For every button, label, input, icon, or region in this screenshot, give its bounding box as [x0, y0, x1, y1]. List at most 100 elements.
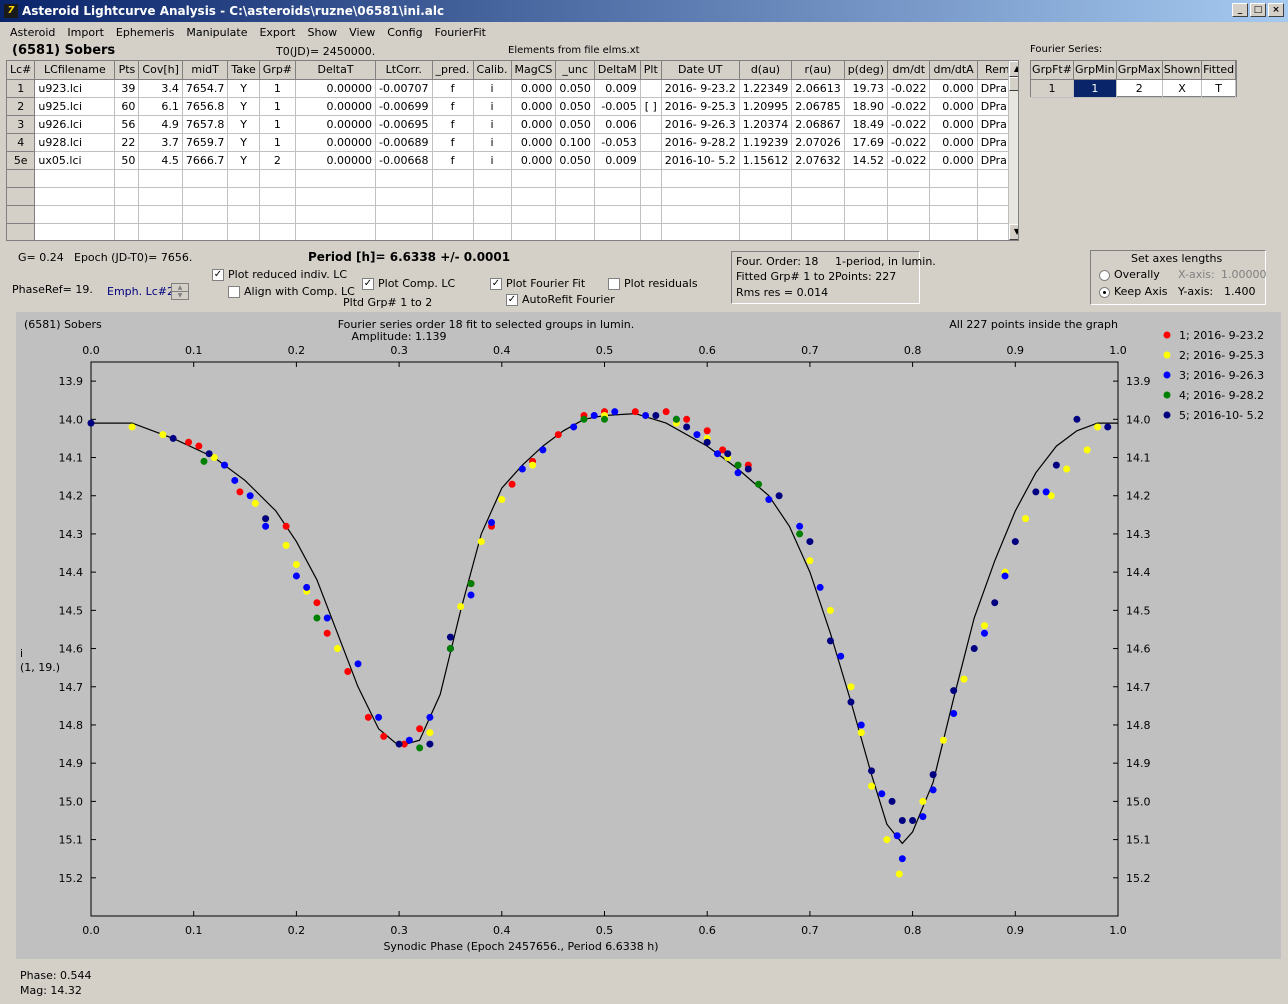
table-cell[interactable]: 0.009: [594, 79, 641, 98]
table-cell[interactable]: [555, 223, 595, 240]
minimize-button[interactable]: _: [1232, 3, 1248, 17]
table-cell[interactable]: 0.009: [594, 151, 641, 170]
table-cell[interactable]: [594, 223, 641, 240]
table-cell[interactable]: Y: [227, 151, 260, 170]
table-cell[interactable]: [640, 115, 662, 134]
table-cell[interactable]: 0.00000: [295, 79, 377, 98]
table-cell[interactable]: [138, 187, 183, 206]
table-row[interactable]: [7, 223, 1018, 240]
column-header[interactable]: dm/dt: [887, 61, 931, 80]
row-header[interactable]: [7, 169, 36, 188]
table-cell[interactable]: 0.050: [555, 97, 595, 116]
table-cell[interactable]: [227, 169, 260, 188]
table-cell[interactable]: [114, 223, 140, 240]
table-cell[interactable]: [375, 169, 433, 188]
menu-ephemeris[interactable]: Ephemeris: [110, 26, 180, 39]
table-cell[interactable]: 2.07632: [791, 151, 845, 170]
table-cell[interactable]: 1.19239: [739, 133, 793, 152]
table-cell[interactable]: [887, 187, 931, 206]
table-cell[interactable]: i: [473, 115, 512, 134]
table-cell[interactable]: [594, 205, 641, 224]
table-cell[interactable]: f: [432, 115, 474, 134]
maximize-button[interactable]: □: [1250, 3, 1266, 17]
table-cell[interactable]: 39: [114, 79, 140, 98]
table-cell[interactable]: [929, 169, 978, 188]
table-row[interactable]: 2 u925.lci 60 6.1 7656.8 Y 1 0.00000 -0.00699 f i 0…: [7, 97, 1018, 116]
table-cell[interactable]: 0.000: [511, 151, 557, 170]
table-cell[interactable]: 2016- 9-26.3: [661, 115, 740, 134]
table-cell[interactable]: [295, 223, 377, 240]
align-comp-checkbox[interactable]: Align with Comp. LC: [228, 285, 355, 298]
row-header[interactable]: 5e: [7, 151, 36, 170]
table-cell[interactable]: i: [473, 133, 512, 152]
menu-manipulate[interactable]: Manipulate: [180, 26, 253, 39]
table-cell[interactable]: [640, 223, 662, 240]
table-cell[interactable]: 0.00000: [295, 115, 377, 134]
table-cell[interactable]: u926.lci: [34, 115, 116, 134]
table-cell[interactable]: [739, 169, 793, 188]
table-cell[interactable]: u925.lci: [34, 97, 116, 116]
table-row[interactable]: 3 u926.lci 56 4.9 7657.8 Y 1 0.00000 -0.00695 f i 0…: [7, 115, 1018, 134]
table-cell[interactable]: i: [473, 151, 512, 170]
column-header[interactable]: Calib.: [473, 61, 512, 80]
table-cell[interactable]: [ ]: [640, 97, 662, 116]
row-header[interactable]: [7, 187, 36, 206]
table-cell[interactable]: 2.06613: [791, 79, 845, 98]
table-cell[interactable]: [138, 169, 183, 188]
table-cell[interactable]: [661, 187, 740, 206]
table-cell[interactable]: [114, 205, 140, 224]
table-cell[interactable]: -0.022: [887, 79, 931, 98]
table-cell[interactable]: 4.5: [138, 151, 183, 170]
table-cell[interactable]: 1: [259, 97, 297, 116]
table-cell[interactable]: 0.100: [555, 133, 595, 152]
table-cell[interactable]: ux05.lci: [34, 151, 116, 170]
table-cell[interactable]: [295, 205, 377, 224]
table-cell[interactable]: [138, 223, 183, 240]
table-cell[interactable]: f: [432, 133, 474, 152]
table-cell[interactable]: 56: [114, 115, 140, 134]
table-cell[interactable]: 14.52: [844, 151, 889, 170]
table-cell[interactable]: [375, 223, 433, 240]
table-cell[interactable]: [887, 223, 931, 240]
fourier-cell-selected[interactable]: 1: [1073, 79, 1117, 98]
table-cell[interactable]: Y: [227, 79, 260, 98]
overall-radio[interactable]: Overally: [1099, 268, 1160, 281]
table-cell[interactable]: 19.73: [844, 79, 889, 98]
table-cell[interactable]: 0.000: [929, 115, 978, 134]
column-header[interactable]: Pts: [114, 61, 140, 80]
scroll-up-arrow-icon[interactable]: ▲: [1009, 61, 1018, 77]
table-cell[interactable]: [929, 223, 978, 240]
table-cell[interactable]: 2: [259, 151, 297, 170]
table-cell[interactable]: -0.022: [887, 133, 931, 152]
menu-config[interactable]: Config: [381, 26, 428, 39]
table-cell[interactable]: [739, 187, 793, 206]
checkbox-icon[interactable]: ✓: [506, 294, 518, 306]
table-cell[interactable]: 1.20995: [739, 97, 793, 116]
keep-axis-radio[interactable]: Keep Axis: [1099, 285, 1168, 298]
table-cell[interactable]: [138, 205, 183, 224]
table-cell[interactable]: 0.000: [511, 115, 557, 134]
row-header[interactable]: 2: [7, 97, 36, 116]
checkbox-icon[interactable]: ✓: [212, 269, 224, 281]
table-cell[interactable]: [34, 187, 116, 206]
table-cell[interactable]: [473, 205, 512, 224]
table-cell[interactable]: 0.050: [555, 115, 595, 134]
table-row[interactable]: 4 u928.lci 22 3.7 7659.7 Y 1 0.00000 -0.00689 f i 0…: [7, 133, 1018, 152]
close-button[interactable]: ×: [1268, 3, 1284, 17]
menu-export[interactable]: Export: [253, 26, 301, 39]
table-scrollbar[interactable]: ▲ ▼: [1008, 61, 1018, 240]
table-cell[interactable]: [661, 169, 740, 188]
table-cell[interactable]: 2016- 9-25.3: [661, 97, 740, 116]
row-header[interactable]: 1: [7, 79, 36, 98]
table-cell[interactable]: [34, 205, 116, 224]
table-cell[interactable]: [594, 187, 641, 206]
table-cell[interactable]: -0.053: [594, 133, 641, 152]
table-row[interactable]: [7, 205, 1018, 224]
column-header[interactable]: r(au): [791, 61, 845, 80]
table-cell[interactable]: [114, 169, 140, 188]
table-cell[interactable]: 0.000: [511, 97, 557, 116]
table-cell[interactable]: 7657.8: [182, 115, 229, 134]
checkbox-icon[interactable]: [608, 278, 620, 290]
table-cell[interactable]: 7659.7: [182, 133, 229, 152]
table-cell[interactable]: [887, 205, 931, 224]
